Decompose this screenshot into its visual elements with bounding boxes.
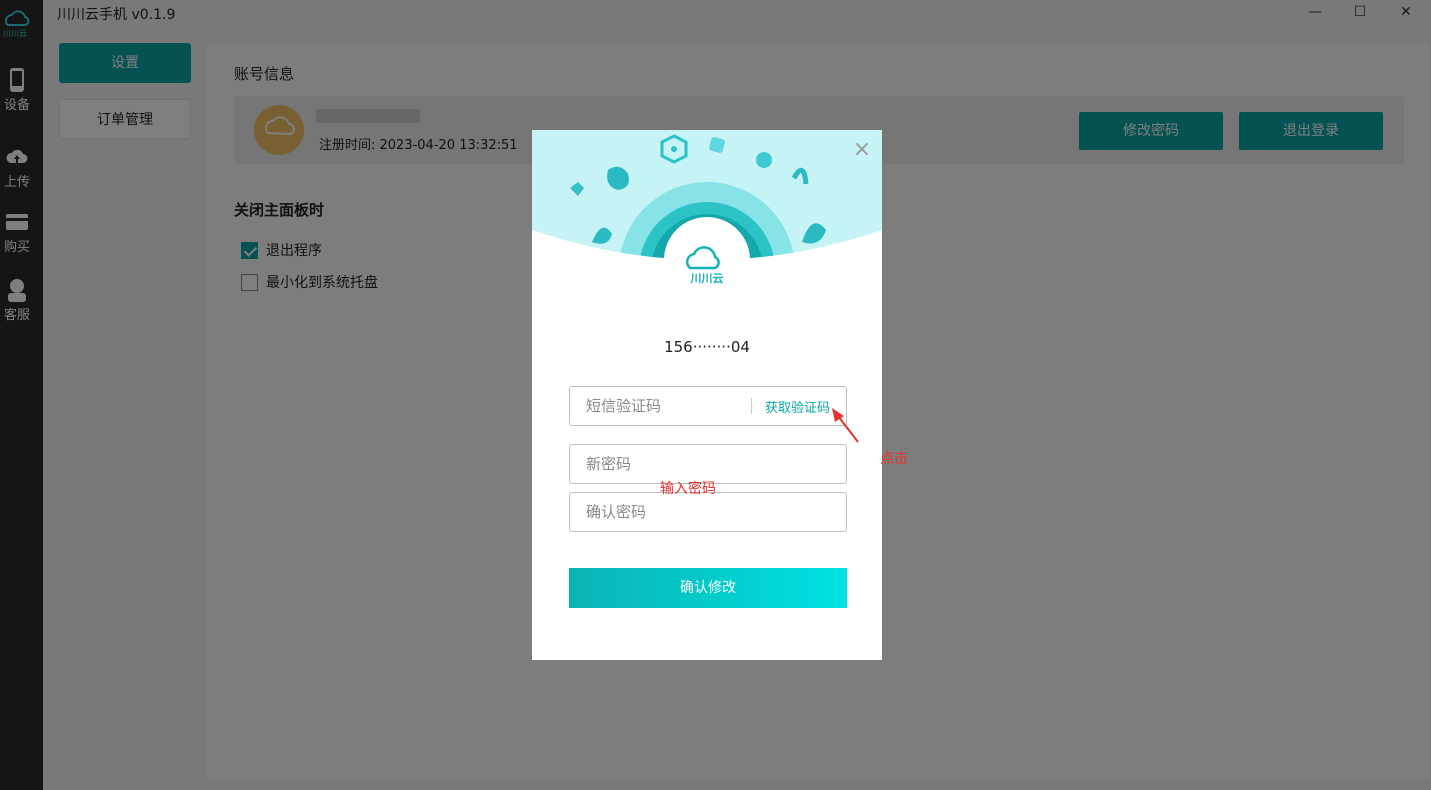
annotation-click: 点击 [880,451,908,467]
dialog-hero-illustration: 川川云 [532,130,882,310]
confirm-password-field[interactable] [569,492,847,532]
sms-code-input[interactable] [570,387,750,425]
confirm-change-button[interactable]: 确认修改 [569,568,847,608]
change-password-dialog: 川川云 × 156········04 获取验证码 确认修改 [532,130,882,660]
field-divider [751,398,752,414]
phone-number: 156········04 [664,338,750,356]
get-code-button[interactable]: 获取验证码 [765,397,830,416]
annotation-input-password: 输入密码 [660,481,716,497]
svg-text:川川云: 川川云 [690,272,724,285]
dialog-close-icon[interactable]: × [852,139,872,161]
annotation-arrow-icon [832,408,859,443]
sms-code-field[interactable]: 获取验证码 [569,386,847,426]
confirm-password-input[interactable] [570,493,846,531]
